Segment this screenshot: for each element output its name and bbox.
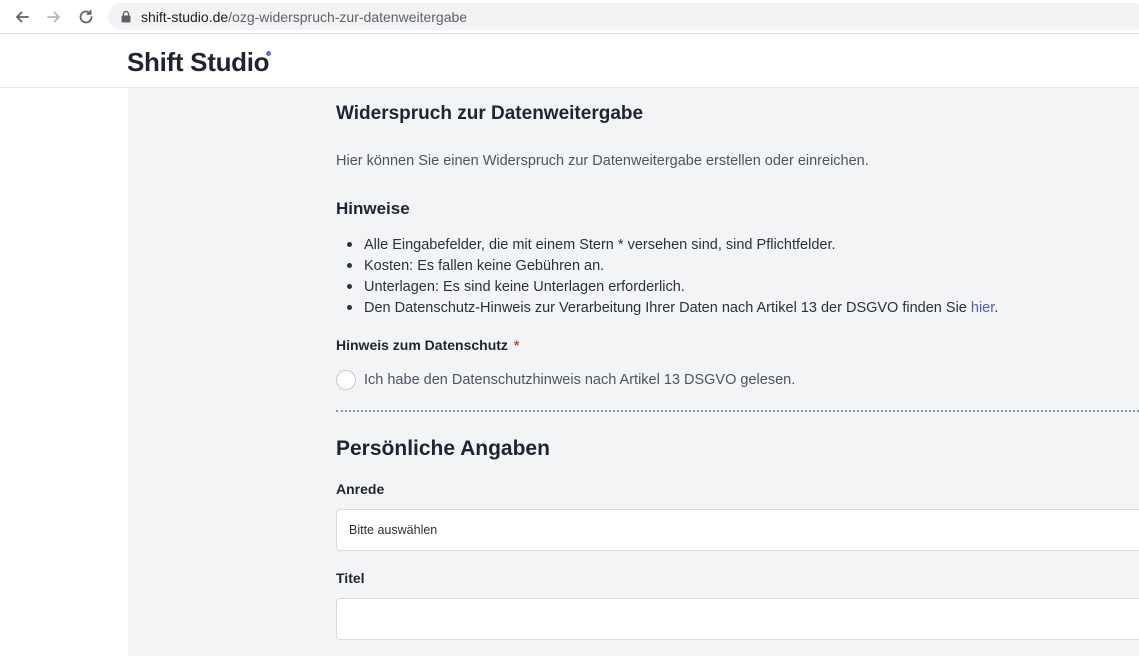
personal-section-title: Persönliche Angaben xyxy=(336,437,550,460)
privacy-checkbox-label[interactable]: Ich habe den Datenschutzhinweis nach Art… xyxy=(364,372,795,388)
intro-text: Hier können Sie einen Widerspruch zur Da… xyxy=(336,153,869,169)
site-logo[interactable]: Shift Studio xyxy=(127,47,270,78)
hints-heading: Hinweise xyxy=(336,199,410,218)
hint-item: Unterlagen: Es sind keine Unterlagen erf… xyxy=(346,278,998,299)
arrow-right-icon xyxy=(47,11,60,23)
anrede-label: Anrede xyxy=(336,481,385,497)
privacy-notice-link[interactable]: hier xyxy=(971,300,994,316)
titel-input[interactable] xyxy=(336,598,1139,640)
anrede-selected-value: Bitte auswählen xyxy=(349,523,438,537)
anrede-select[interactable]: Bitte auswählen xyxy=(336,509,1139,551)
arrow-left-icon xyxy=(16,11,29,23)
logo-dot-icon xyxy=(266,51,271,56)
privacy-checkbox[interactable] xyxy=(336,370,356,390)
address-bar[interactable]: shift-studio.de/ozg-widerspruch-zur-date… xyxy=(108,3,1139,30)
page-title: Widerspruch zur Datenweitergabe xyxy=(336,103,644,124)
hint-item: Kosten: Es fallen keine Gebühren an. xyxy=(346,257,998,278)
reload-button[interactable] xyxy=(74,5,98,29)
titel-label: Titel xyxy=(336,570,365,586)
forward-button[interactable] xyxy=(42,5,66,29)
reload-icon xyxy=(79,9,93,24)
url-host: shift-studio.de xyxy=(141,8,229,25)
privacy-label: Hinweis zum Datenschutz * xyxy=(336,337,520,353)
hints-list: Alle Eingabefelder, die mit einem Stern … xyxy=(346,236,998,320)
back-button[interactable] xyxy=(10,5,34,29)
site-header: Shift Studio xyxy=(0,35,1139,88)
url-path: /ozg-widerspruch-zur-datenweitergabe xyxy=(228,8,468,25)
required-marker: * xyxy=(513,337,520,353)
section-divider xyxy=(336,410,1139,412)
browser-toolbar: shift-studio.de/ozg-widerspruch-zur-date… xyxy=(0,0,1139,34)
lock-icon xyxy=(120,10,132,23)
hint-item: Alle Eingabefelder, die mit einem Stern … xyxy=(346,236,998,257)
hint-item: Den Datenschutz-Hinweis zur Verarbeitung… xyxy=(346,299,998,320)
